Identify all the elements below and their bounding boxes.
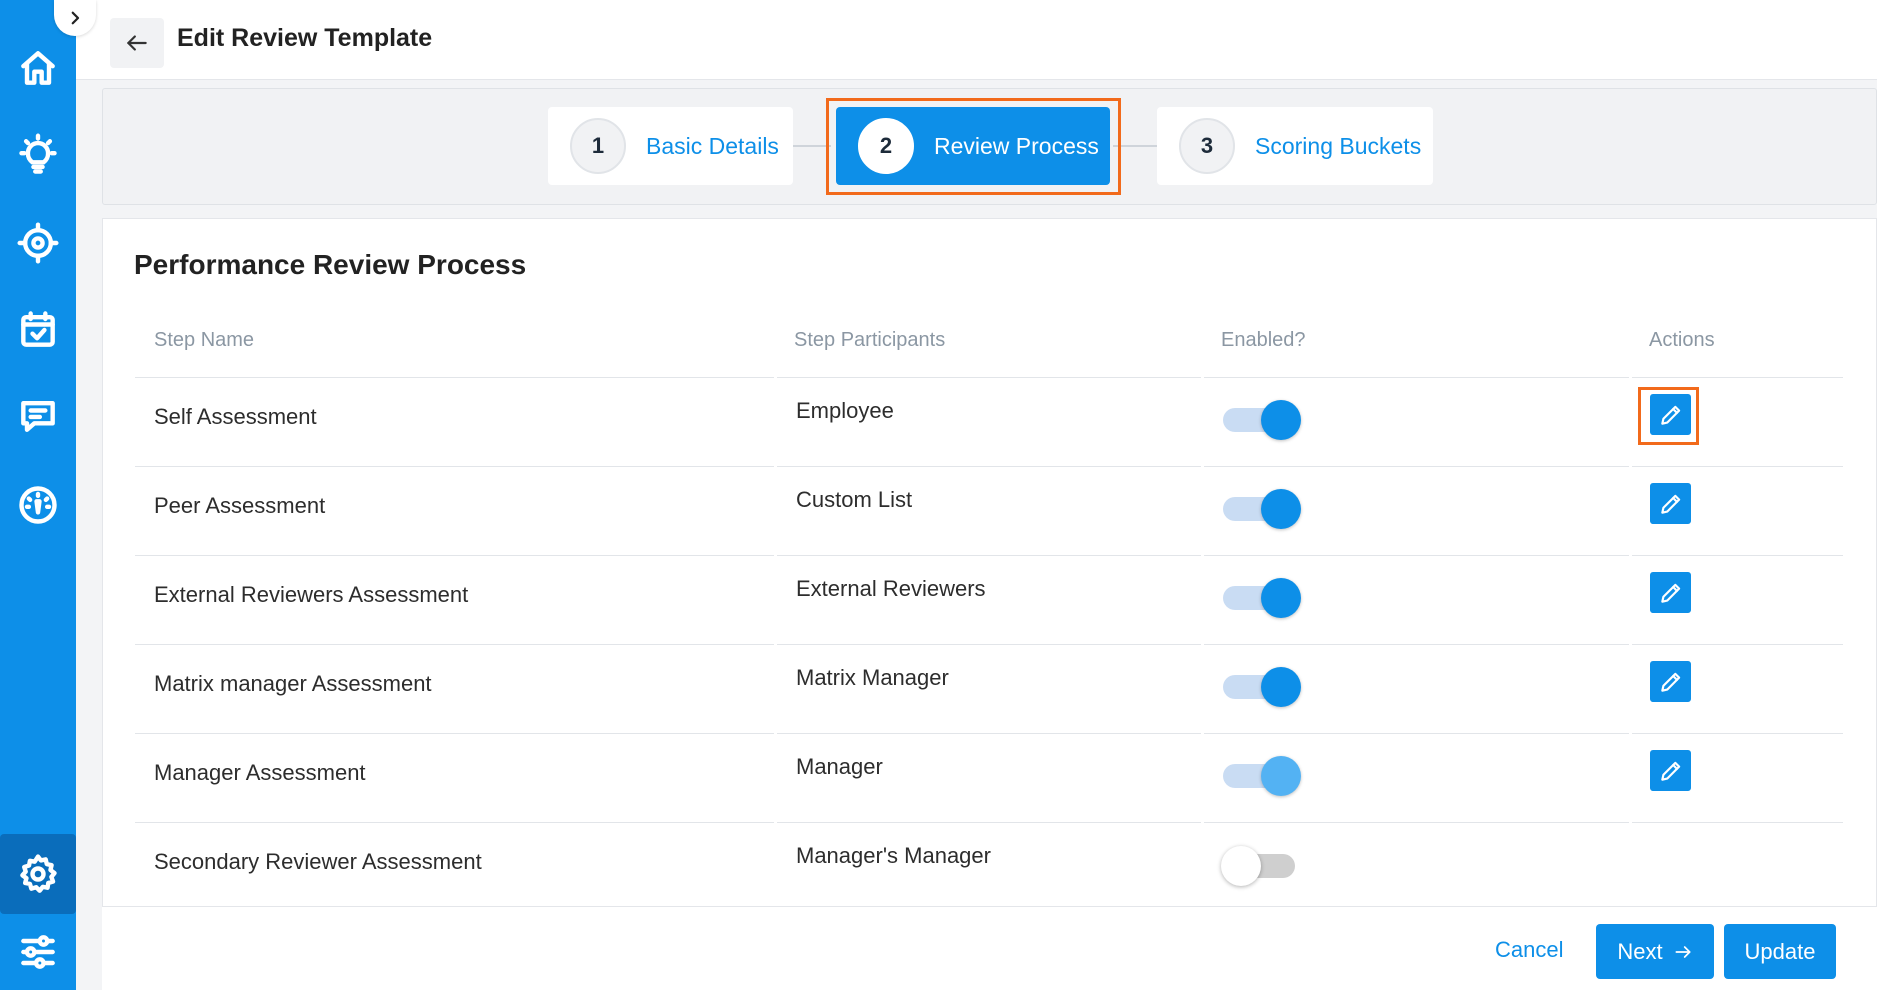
column-header-participants: Step Participants <box>794 329 946 351</box>
table-row: Peer Assessment Custom List <box>135 467 1843 556</box>
step-name: Peer Assessment <box>154 493 326 518</box>
target-icon[interactable] <box>0 203 76 283</box>
step-participants: Manager's Manager <box>796 843 991 868</box>
pencil-icon <box>1660 583 1680 603</box>
pencil-icon <box>1660 761 1680 781</box>
step-name: External Reviewers Assessment <box>154 582 469 607</box>
step-participants: External Reviewers <box>796 576 986 601</box>
footer: Cancel Next Update <box>102 906 1877 990</box>
step-scoring-buckets[interactable]: 3 Scoring Buckets <box>1157 107 1433 185</box>
enabled-toggle[interactable] <box>1221 486 1301 529</box>
step-label: Scoring Buckets <box>1255 132 1422 159</box>
table-row: External Reviewers Assessment External R… <box>135 556 1843 645</box>
next-label: Next <box>1617 938 1663 964</box>
enabled-toggle[interactable] <box>1221 753 1301 796</box>
back-button[interactable] <box>110 18 164 68</box>
step-participants: Matrix Manager <box>796 665 949 690</box>
sidebar <box>0 0 76 990</box>
edit-button[interactable] <box>1650 483 1691 524</box>
step-name: Matrix manager Assessment <box>154 671 432 696</box>
step-participants: Custom List <box>796 487 913 512</box>
step-connector <box>793 145 831 147</box>
step-number: 1 <box>570 118 626 174</box>
sliders-icon[interactable] <box>0 912 76 990</box>
edit-button[interactable] <box>1650 661 1691 702</box>
table-row: Self Assessment Employee <box>135 378 1843 467</box>
table-row: Matrix manager Assessment Matrix Manager <box>135 645 1843 734</box>
enabled-toggle[interactable] <box>1221 843 1301 886</box>
chat-icon[interactable] <box>0 376 76 456</box>
arrow-left-icon <box>127 35 147 51</box>
chevron-right-icon <box>71 11 80 25</box>
step-name: Secondary Reviewer Assessment <box>154 849 482 874</box>
stepper: 1 Basic Details 2 Review Process 3 Scori… <box>102 88 1877 205</box>
pencil-icon <box>1660 672 1680 692</box>
step-review-process[interactable]: 2 Review Process <box>836 107 1110 185</box>
step-name: Manager Assessment <box>154 760 366 785</box>
step-participants: Manager <box>796 754 883 779</box>
lightbulb-icon[interactable] <box>0 115 76 195</box>
pencil-icon <box>1660 494 1680 514</box>
step-number: 3 <box>1179 118 1235 174</box>
update-button[interactable]: Update <box>1724 924 1836 979</box>
column-header-enabled: Enabled? <box>1221 329 1306 351</box>
arrow-right-icon <box>1675 945 1691 958</box>
process-card: Performance Review Process Step Name Ste… <box>102 218 1877 909</box>
step-connector <box>1113 145 1161 147</box>
next-button[interactable]: Next <box>1596 924 1714 979</box>
table-row: Secondary Reviewer Assessment Manager's … <box>135 823 1843 912</box>
step-basic-details[interactable]: 1 Basic Details <box>548 107 793 185</box>
table-row: Manager Assessment Manager <box>135 734 1843 823</box>
edit-button[interactable] <box>1650 394 1691 435</box>
settings-icon[interactable] <box>0 834 76 914</box>
step-participants: Employee <box>796 398 894 423</box>
enabled-toggle[interactable] <box>1221 397 1301 440</box>
step-number: 2 <box>858 118 914 174</box>
enabled-toggle[interactable] <box>1221 664 1301 707</box>
enabled-toggle[interactable] <box>1221 575 1301 618</box>
column-header-actions: Actions <box>1649 329 1715 351</box>
page-title: Edit Review Template <box>177 24 433 52</box>
step-label: Review Process <box>934 132 1099 159</box>
step-label: Basic Details <box>646 132 779 159</box>
edit-button[interactable] <box>1650 750 1691 791</box>
dashboard-icon[interactable] <box>0 465 76 545</box>
pencil-icon <box>1660 405 1680 425</box>
calendar-check-icon[interactable] <box>0 290 76 370</box>
edit-button[interactable] <box>1650 572 1691 613</box>
step-name: Self Assessment <box>154 404 317 429</box>
home-icon[interactable] <box>0 28 76 108</box>
header: Edit Review Template <box>76 0 1877 80</box>
section-title: Performance Review Process <box>134 249 527 280</box>
cancel-button[interactable]: Cancel <box>1495 925 1563 975</box>
column-header-step-name: Step Name <box>154 329 255 351</box>
